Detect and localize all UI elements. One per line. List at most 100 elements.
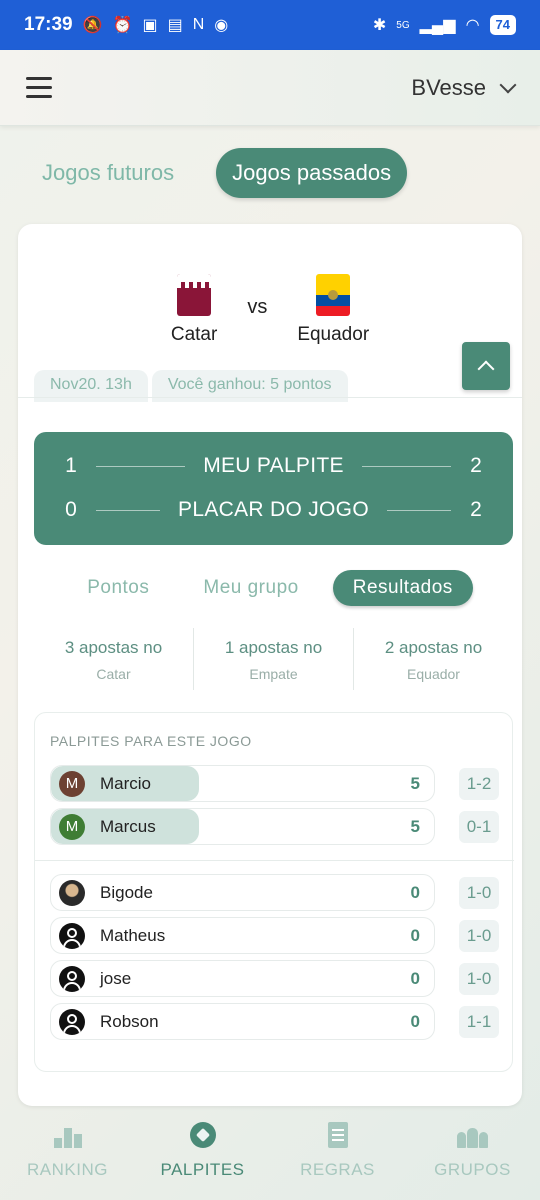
bluetooth-icon: ✱	[372, 17, 387, 34]
user-points: 0	[410, 968, 420, 988]
list-item[interactable]: Bigode 0 1-0	[50, 874, 499, 911]
tab-jogos-passados[interactable]: Jogos passados	[216, 148, 408, 198]
user-name: BVesse	[411, 74, 486, 100]
stat-away: 2 apostas no Equador	[354, 628, 513, 690]
avatar	[59, 879, 85, 906]
stat-draw: 1 apostas no Empate	[194, 628, 354, 690]
user-placeholder-icon	[59, 1008, 85, 1035]
alarm-icon: ⏰	[112, 17, 133, 34]
prediction-user: jose 0	[50, 960, 435, 997]
nav-label: RANKING	[27, 1160, 108, 1179]
home-team-name: Catar	[170, 324, 218, 345]
user-placeholder-icon	[59, 965, 85, 992]
divider	[18, 397, 522, 398]
predictions-panel: PALPITES PARA ESTE JOGO M Marcio 5 1-2 M…	[34, 712, 514, 1072]
collapse-button[interactable]	[462, 342, 510, 390]
list-item[interactable]: M Marcio 5 1-2	[50, 765, 499, 802]
nav-regras[interactable]: REGRAS	[270, 1120, 405, 1200]
news-icon: ▤	[167, 17, 183, 34]
games-tabs: Jogos futuros Jogos passados	[26, 148, 408, 198]
tab-meu-grupo[interactable]: Meu grupo	[183, 570, 318, 606]
prediction-user: Robson 0	[50, 1003, 435, 1040]
chevron-up-icon	[477, 360, 495, 378]
tab-jogos-futuros[interactable]: Jogos futuros	[26, 148, 190, 198]
stat-away-count: 2 apostas no	[384, 638, 483, 657]
status-time: 17:39	[24, 14, 73, 35]
divider	[96, 509, 161, 511]
user-points: 0	[410, 882, 420, 902]
user-name: Marcio	[100, 773, 152, 793]
match-teams: Catar vs Equador	[18, 274, 522, 346]
final-home: 0	[65, 498, 77, 521]
bet-stats: 3 apostas no Catar 1 apostas no Empate 2…	[34, 628, 513, 690]
soccer-ball-icon	[189, 1120, 216, 1148]
user-guess: 1-2	[459, 767, 499, 800]
status-right: ✱ 5G ▂▄▆ ◠ 74	[373, 15, 516, 35]
prediction-user: Bigode 0	[50, 874, 435, 911]
user-name: jose	[100, 968, 132, 988]
list-item[interactable]: Robson 0 1-1	[50, 1003, 499, 1040]
away-team-name: Equador	[297, 324, 370, 345]
user-guess: 1-0	[459, 919, 499, 952]
away-team: Equador	[297, 274, 369, 346]
list-item[interactable]: jose 0 1-0	[50, 960, 499, 997]
user-name: Robson	[100, 1011, 159, 1031]
wifi-icon: ◠	[465, 17, 480, 34]
mute-icon: 🔕	[82, 17, 103, 34]
list-item[interactable]: Matheus 0 1-0	[50, 917, 499, 954]
user-points: 0	[410, 925, 420, 945]
tab-resultados[interactable]: Resultados	[332, 570, 473, 606]
nav-palpites[interactable]: PALPITES	[135, 1120, 270, 1200]
stat-draw-label: Empate	[249, 666, 298, 682]
menu-icon[interactable]	[26, 77, 52, 98]
vs-label: vs	[247, 296, 268, 318]
stat-away-label: Equador	[407, 666, 460, 682]
final-away: 2	[470, 498, 482, 521]
predictions-title: PALPITES PARA ESTE JOGO	[50, 733, 252, 749]
n-app-icon: N	[192, 16, 205, 33]
app-header: BVesse	[0, 50, 540, 126]
nav-ranking[interactable]: RANKING	[0, 1120, 135, 1200]
user-guess: 1-0	[459, 962, 499, 995]
network-type: 5G	[396, 19, 410, 31]
detail-tabs: Pontos Meu grupo Resultados	[18, 570, 522, 606]
stat-home: 3 apostas no Catar	[34, 628, 194, 690]
qatar-flag-icon	[177, 274, 212, 316]
user-name: Matheus	[100, 925, 166, 945]
ecuador-flag-icon	[316, 274, 351, 316]
stat-draw-count: 1 apostas no	[224, 638, 323, 657]
divider	[386, 509, 451, 511]
final-score-row: 0 PLACAR DO JOGO 2	[64, 488, 483, 532]
prediction-user: Matheus 0	[50, 917, 435, 954]
user-guess: 1-1	[459, 1005, 499, 1038]
prediction-user: M Marcus 5	[50, 808, 435, 845]
user-guess: 0-1	[459, 810, 499, 843]
document-icon	[327, 1120, 348, 1148]
nav-label: GRUPOS	[434, 1160, 511, 1179]
user-guess: 1-0	[459, 876, 499, 909]
tab-pontos[interactable]: Pontos	[67, 570, 169, 606]
nfc-icon: ▣	[142, 17, 158, 34]
user-placeholder-icon	[59, 922, 85, 949]
divider	[361, 465, 451, 467]
nav-grupos[interactable]: GRUPOS	[405, 1120, 540, 1200]
bottom-nav: RANKING PALPITES REGRAS GRUPOS	[0, 1120, 540, 1200]
status-left: 17:39 🔕 ⏰ ▣ ▤ N ◉	[24, 14, 228, 36]
podium-icon	[53, 1120, 82, 1148]
final-score-label: PLACAR DO JOGO	[178, 498, 369, 521]
nav-label: REGRAS	[300, 1160, 375, 1179]
match-card: Catar vs Equador Nov20. 13h Você ganhou:…	[18, 224, 522, 1106]
chrome-icon: ◉	[214, 17, 229, 34]
stat-home-count: 3 apostas no	[64, 638, 163, 657]
home-team: Catar	[171, 274, 217, 346]
group-icon	[457, 1120, 488, 1148]
chevron-down-icon	[499, 76, 517, 93]
list-item[interactable]: M Marcus 5 0-1	[50, 808, 499, 845]
prediction-user: M Marcio 5	[50, 765, 435, 802]
avatar: M	[59, 813, 85, 840]
user-switcher[interactable]: BVesse	[411, 74, 517, 101]
divider	[35, 860, 514, 861]
signal-icon: ▂▄▆	[419, 17, 456, 34]
battery-icon: 74	[489, 15, 516, 35]
user-points: 0	[410, 1011, 420, 1031]
